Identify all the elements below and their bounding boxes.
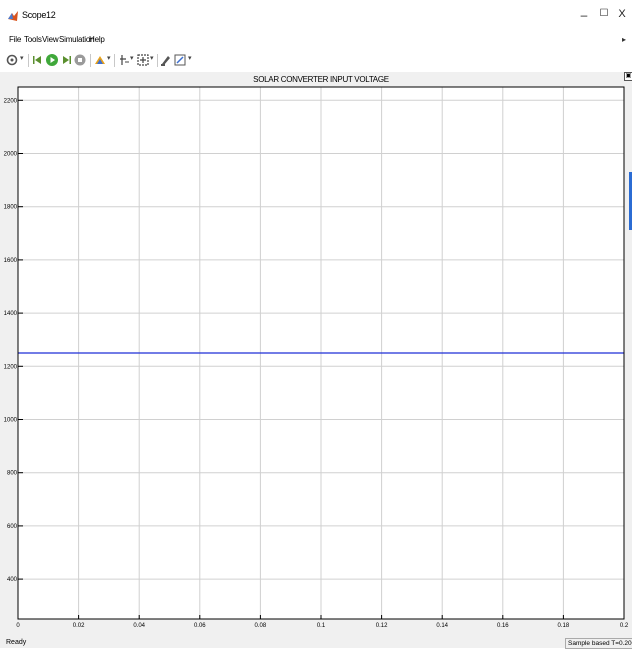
scope-plot-panel [0, 72, 632, 638]
run-icon[interactable] [45, 53, 59, 67]
style-icon[interactable] [159, 53, 173, 67]
window-title: Scope12 [22, 10, 56, 20]
edit-dropdown-icon[interactable]: ▾ [188, 54, 192, 62]
menu-file[interactable]: File [9, 35, 21, 44]
toolbar-separator [114, 54, 115, 67]
toolbar-separator [157, 54, 158, 67]
status-bar: Ready Sample based T=0.200 [0, 638, 632, 649]
close-button[interactable]: X [614, 8, 630, 20]
menu-overflow-icon[interactable]: ▸ [622, 35, 626, 44]
zoom-icon[interactable] [136, 53, 150, 67]
toolbar-separator [28, 54, 29, 67]
settings-dropdown-icon[interactable]: ▾ [20, 54, 24, 62]
step-forward-icon[interactable] [59, 53, 73, 67]
menu-tools[interactable]: Tools [24, 35, 42, 44]
status-text: Ready [6, 639, 27, 646]
title-bar: Scope12 – ☐ X [0, 0, 632, 32]
sample-time-indicator: Sample based T=0.200 [565, 638, 632, 649]
menu-bar: File Tools View Simulation Help [0, 33, 632, 49]
expand-icon[interactable]: ▣ [624, 72, 632, 81]
cursor-dropdown-icon[interactable]: ▾ [130, 54, 134, 62]
toolbar-separator [90, 54, 91, 67]
edit-icon[interactable] [173, 53, 187, 67]
zoom-dropdown-icon[interactable]: ▾ [150, 54, 154, 62]
highlight-icon[interactable] [93, 53, 107, 67]
step-back-icon[interactable] [31, 53, 45, 67]
menu-help[interactable]: Help [89, 35, 105, 44]
matlab-app-icon [8, 11, 18, 21]
settings-icon[interactable] [5, 53, 19, 67]
menu-view[interactable]: View [42, 35, 59, 44]
toolbar: ▾ ▾ ▾ ▾ ▾ [0, 50, 632, 73]
highlight-dropdown-icon[interactable]: ▾ [107, 54, 111, 62]
scope-title: SOLAR CONVERTER INPUT VOLTAGE [253, 75, 389, 84]
cursor-icon[interactable] [117, 53, 131, 67]
maximize-button[interactable]: ☐ [596, 8, 612, 19]
stop-icon[interactable] [73, 53, 87, 67]
minimize-button[interactable]: – [576, 8, 592, 22]
